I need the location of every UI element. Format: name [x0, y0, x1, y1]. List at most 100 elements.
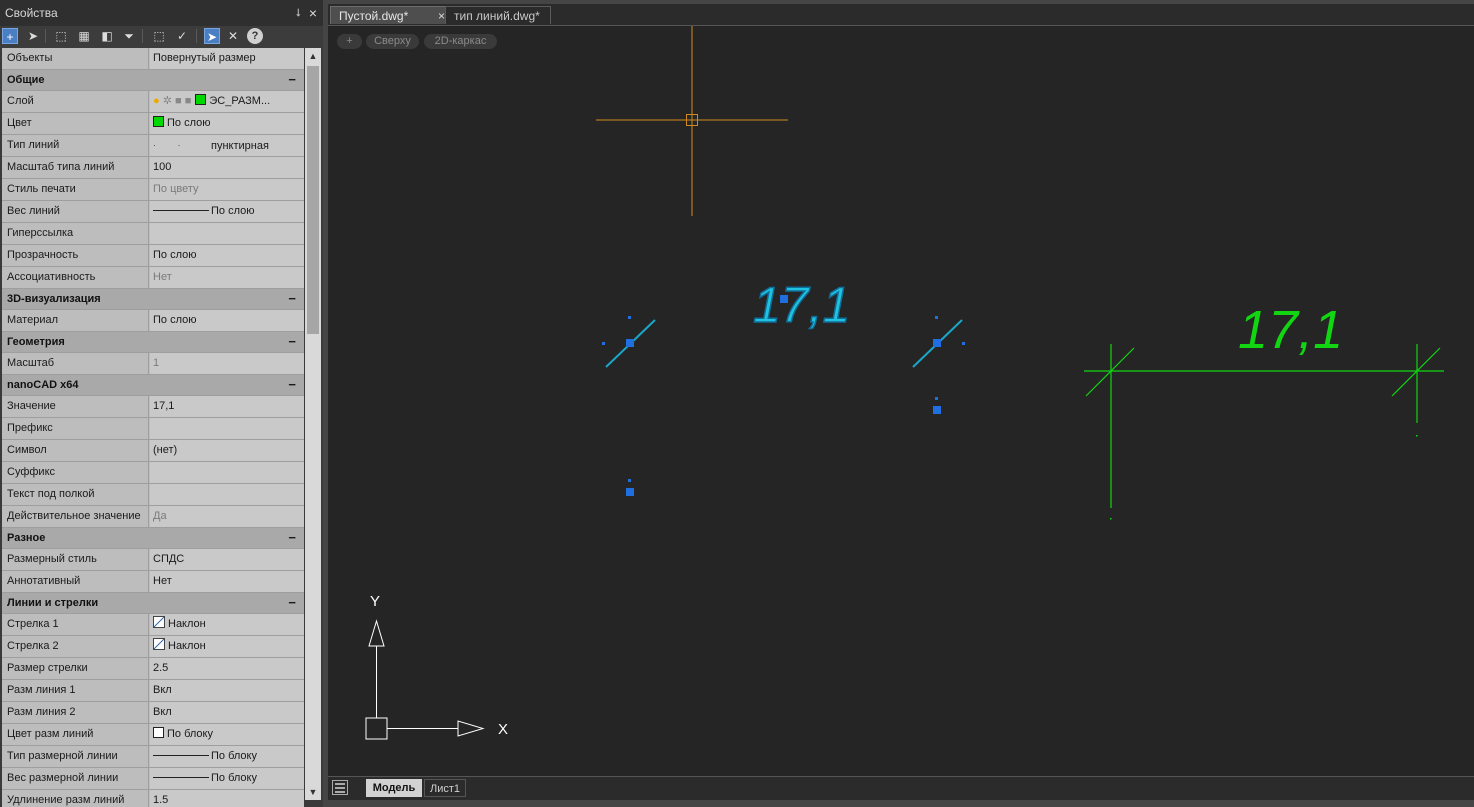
property-value[interactable]: По блоку	[150, 768, 304, 789]
property-row[interactable]: Символ (нет)	[2, 440, 304, 462]
property-value[interactable]: Нет	[150, 267, 304, 288]
property-row[interactable]: Масштаб типа линий 100	[2, 157, 304, 179]
select-pointer-icon[interactable]: ➤	[25, 28, 41, 44]
property-value[interactable]: По слою	[150, 201, 304, 222]
property-row[interactable]: Стрелка 1 Наклон	[2, 614, 304, 636]
property-row[interactable]: Тип линий ·· пунктирная	[2, 135, 304, 157]
property-value[interactable]: (нет)	[150, 440, 304, 461]
property-value[interactable]: Нет	[150, 571, 304, 592]
property-value[interactable]	[150, 484, 304, 505]
property-row[interactable]: Тип размерной линии По блоку	[2, 746, 304, 768]
property-row[interactable]: Удлинение разм линий 1.5	[2, 790, 304, 807]
property-value[interactable]: Вкл	[150, 702, 304, 723]
scroll-up-icon[interactable]: ▲	[305, 48, 321, 64]
property-row[interactable]: Стрелка 2 Наклон	[2, 636, 304, 658]
property-row[interactable]: Слой ● ✲ ■ ■ ЭС_РАЗМ...	[2, 91, 304, 113]
green-dimension[interactable]: 17,1	[1084, 300, 1444, 520]
property-row[interactable]: Действительное значение Да	[2, 506, 304, 528]
property-value[interactable]: По слою	[150, 310, 304, 331]
property-value[interactable]: По слою	[150, 245, 304, 266]
property-row[interactable]: Цвет По слою	[2, 113, 304, 135]
property-name: Масштаб	[2, 353, 149, 374]
property-row[interactable]: Материал По слою	[2, 310, 304, 332]
tab-linetype-dwg[interactable]: тип линий.dwg*	[445, 6, 551, 24]
drawing-viewport[interactable]: + Сверху 2D-каркас 17,1 17,1 Y X	[328, 26, 1474, 776]
property-category[interactable]: Линии и стрелки −	[2, 593, 304, 614]
property-row[interactable]: Значение 17,1	[2, 396, 304, 418]
property-row[interactable]: Вес размерной линии По блоку	[2, 768, 304, 790]
property-category[interactable]: Геометрия −	[2, 332, 304, 353]
color-swatch	[153, 727, 164, 738]
close-tab-icon[interactable]: ×	[438, 7, 445, 25]
property-row[interactable]: Ассоциативность Нет	[2, 267, 304, 289]
property-row[interactable]: Гиперссылка	[2, 223, 304, 245]
property-value[interactable]: По цвету	[150, 179, 304, 200]
collapse-icon[interactable]: −	[288, 593, 296, 613]
property-value[interactable]: 1	[150, 353, 304, 374]
layout-list-icon[interactable]	[332, 780, 348, 795]
select-group-icon[interactable]: ⬚	[151, 28, 167, 44]
property-row[interactable]: Разм линия 2 Вкл	[2, 702, 304, 724]
pickadd-icon[interactable]: ➤	[204, 28, 220, 44]
tab-sheet1[interactable]: Лист1	[424, 779, 466, 797]
property-value[interactable]: Вкл	[150, 680, 304, 701]
property-value[interactable]: Наклон	[150, 614, 304, 635]
pin-icon[interactable]: ⭣	[296, 0, 301, 26]
property-value[interactable]: 17,1	[150, 396, 304, 417]
property-value[interactable]: ·· пунктирная	[150, 135, 304, 156]
property-row[interactable]: Вес линий По слою	[2, 201, 304, 223]
property-category[interactable]: 3D-визуализация −	[2, 289, 304, 310]
property-category[interactable]: Разное −	[2, 528, 304, 549]
properties-scrollbar[interactable]: ▲ ▼	[305, 48, 321, 800]
selected-dimension[interactable]: 17,1	[602, 276, 965, 496]
property-category[interactable]: Общие −	[2, 70, 304, 91]
collapse-icon[interactable]: −	[288, 528, 296, 548]
collapse-icon[interactable]: −	[288, 332, 296, 352]
property-row[interactable]: Объекты Повернутый размер	[2, 48, 304, 70]
select-window-icon[interactable]: ⬚	[53, 28, 69, 44]
scroll-down-icon[interactable]: ▼	[305, 784, 321, 800]
filter-icon[interactable]: ⏷	[121, 28, 137, 44]
property-value[interactable]: Повернутый размер	[150, 48, 304, 69]
property-value[interactable]: Да	[150, 506, 304, 527]
deselect-icon[interactable]: ✕	[225, 28, 241, 44]
property-row[interactable]: Масштаб 1	[2, 353, 304, 375]
tab-model[interactable]: Модель	[366, 779, 422, 797]
property-value[interactable]: ● ✲ ■ ■ ЭС_РАЗМ...	[150, 91, 304, 112]
property-value[interactable]: 2.5	[150, 658, 304, 679]
property-row[interactable]: Текст под полкой	[2, 484, 304, 506]
property-row[interactable]: Прозрачность По слою	[2, 245, 304, 267]
collapse-icon[interactable]: −	[288, 289, 296, 309]
property-row[interactable]: Цвет разм линий По блоку	[2, 724, 304, 746]
drawing-canvas[interactable]: 17,1 17,1 Y X	[328, 26, 1474, 776]
help-icon[interactable]: ?	[247, 28, 263, 44]
property-value[interactable]: 100	[150, 157, 304, 178]
property-category[interactable]: nanoCAD x64 −	[2, 375, 304, 396]
property-row[interactable]: Стиль печати По цвету	[2, 179, 304, 201]
property-value-text: 2.5	[153, 662, 169, 674]
property-row[interactable]: Префикс	[2, 418, 304, 440]
property-row[interactable]: Аннотативный Нет	[2, 571, 304, 593]
property-value[interactable]	[150, 462, 304, 483]
collapse-icon[interactable]: −	[288, 70, 296, 90]
select-check-icon[interactable]: ✓	[174, 28, 190, 44]
close-icon[interactable]: ×	[309, 0, 317, 26]
property-row[interactable]: Размер стрелки 2.5	[2, 658, 304, 680]
property-value[interactable]	[150, 418, 304, 439]
select-similar-icon[interactable]: ◧	[99, 28, 115, 44]
property-row[interactable]: Разм линия 1 Вкл	[2, 680, 304, 702]
select-crossing-icon[interactable]: ▦	[76, 28, 92, 44]
property-value[interactable]: СПДС	[150, 549, 304, 570]
property-value[interactable]: По блоку	[150, 746, 304, 767]
scroll-thumb[interactable]	[307, 66, 319, 334]
property-value[interactable]: По блоку	[150, 724, 304, 745]
property-value[interactable]	[150, 223, 304, 244]
quick-select-add-icon[interactable]: +	[2, 28, 18, 44]
collapse-icon[interactable]: −	[288, 375, 296, 395]
property-row[interactable]: Суффикс	[2, 462, 304, 484]
property-row[interactable]: Размерный стиль СПДС	[2, 549, 304, 571]
property-value[interactable]: Наклон	[150, 636, 304, 657]
tab-empty-dwg[interactable]: Пустой.dwg* ×	[330, 6, 450, 24]
property-value[interactable]: По слою	[150, 113, 304, 134]
property-value[interactable]: 1.5	[150, 790, 304, 807]
